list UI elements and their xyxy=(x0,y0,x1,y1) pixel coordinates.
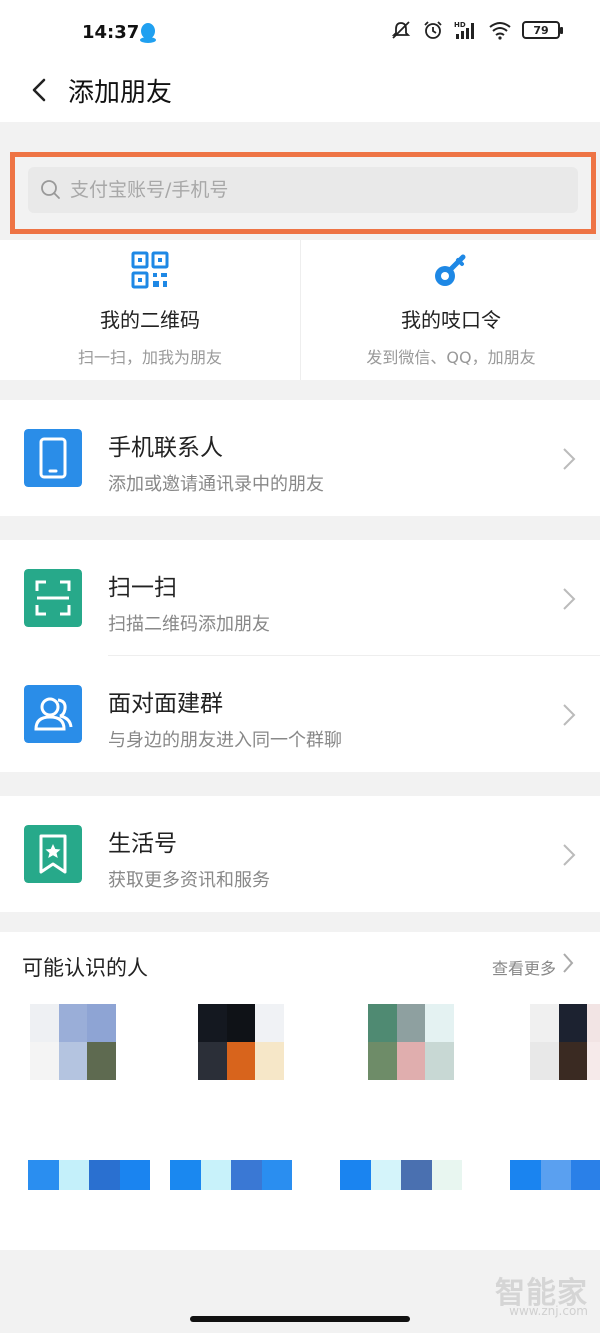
quick-action-subtitle: 扫一扫，加我为朋友 xyxy=(77,348,222,367)
my-kouling-button[interactable]: 我的吱口令 发到微信、QQ，加朋友 xyxy=(300,240,600,380)
row-subtitle: 与身边的朋友进入同一个群聊 xyxy=(108,730,342,751)
scan-row[interactable]: 扫一扫 扫描二维码添加朋友 xyxy=(0,540,600,656)
svg-text:HD: HD xyxy=(454,21,466,29)
phone-icon xyxy=(24,429,82,487)
battery-indicator: 79 xyxy=(522,21,563,39)
wifi-icon xyxy=(489,22,511,40)
blurred-avatar[interactable] xyxy=(530,1004,600,1080)
scan-icon xyxy=(24,569,82,627)
search-input[interactable] xyxy=(70,167,550,213)
row-title: 生活号 xyxy=(108,831,177,857)
status-bar: 14:37 HD 79 xyxy=(0,0,600,62)
bookmark-star-icon xyxy=(24,825,82,883)
people-icon xyxy=(24,685,82,743)
key-icon xyxy=(435,254,466,286)
row-title: 扫一扫 xyxy=(108,575,177,601)
blurred-avatar[interactable] xyxy=(30,1004,116,1080)
back-button[interactable] xyxy=(22,70,62,110)
blurred-avatar[interactable] xyxy=(198,1004,284,1080)
chevron-right-icon xyxy=(563,448,576,470)
qq-icon xyxy=(140,23,156,43)
mute-bell-icon xyxy=(391,21,411,39)
row-subtitle: 扫描二维码添加朋友 xyxy=(108,614,270,635)
qr-code-icon xyxy=(131,251,169,289)
signal-hd-icon: HD xyxy=(454,21,474,39)
row-title: 面对面建群 xyxy=(108,691,223,717)
row-subtitle: 添加或邀请通讯录中的朋友 xyxy=(108,474,324,495)
alarm-icon xyxy=(424,21,442,39)
chevron-right-icon xyxy=(563,844,576,866)
row-title: 手机联系人 xyxy=(108,435,223,461)
status-icons: HD 79 xyxy=(390,20,563,40)
search-section xyxy=(0,122,600,240)
home-indicator[interactable] xyxy=(190,1316,410,1322)
navigation-bar: 添加朋友 xyxy=(0,62,600,122)
chevron-right-icon[interactable] xyxy=(562,952,574,974)
see-more-link[interactable]: 查看更多 xyxy=(492,955,556,979)
search-highlight-box xyxy=(10,152,596,234)
life-account-row[interactable]: 生活号 获取更多资讯和服务 xyxy=(0,796,600,912)
blurred-add-button[interactable] xyxy=(340,1160,462,1190)
quick-action-title: 我的二维码 xyxy=(100,308,200,332)
face-to-face-group-row[interactable]: 面对面建群 与身边的朋友进入同一个群聊 xyxy=(0,656,600,772)
page-title: 添加朋友 xyxy=(68,78,173,108)
contacts-card: 手机联系人 添加或邀请通讯录中的朋友 xyxy=(0,400,600,516)
quick-action-subtitle: 发到微信、QQ，加朋友 xyxy=(366,348,536,367)
my-qr-code-button[interactable]: 我的二维码 扫一扫，加我为朋友 xyxy=(0,240,300,380)
scan-card: 扫一扫 扫描二维码添加朋友 面对面建群 与身边的朋友进入同一个群聊 xyxy=(0,540,600,772)
people-you-may-know: 可能认识的人 查看更多 xyxy=(0,932,600,1250)
chevron-right-icon xyxy=(563,704,576,726)
section-title: 可能认识的人 xyxy=(22,956,148,980)
life-account-card: 生活号 获取更多资讯和服务 xyxy=(0,796,600,912)
phone-contacts-row[interactable]: 手机联系人 添加或邀请通讯录中的朋友 xyxy=(0,400,600,516)
search-icon xyxy=(41,180,60,199)
chevron-right-icon xyxy=(563,588,576,610)
blurred-add-button[interactable] xyxy=(28,1160,150,1190)
blurred-add-button[interactable] xyxy=(170,1160,292,1190)
status-time: 14:37 xyxy=(82,22,140,43)
blurred-avatar[interactable] xyxy=(368,1004,454,1080)
blurred-add-button[interactable] xyxy=(510,1160,600,1190)
row-subtitle: 获取更多资讯和服务 xyxy=(108,870,270,891)
quick-actions: 我的二维码 扫一扫，加我为朋友 我的吱口令 发到微信、QQ，加朋友 xyxy=(0,240,600,380)
quick-action-title: 我的吱口令 xyxy=(401,308,501,332)
search-box[interactable] xyxy=(28,167,578,213)
watermark-url: www.znj.com xyxy=(509,1304,588,1318)
